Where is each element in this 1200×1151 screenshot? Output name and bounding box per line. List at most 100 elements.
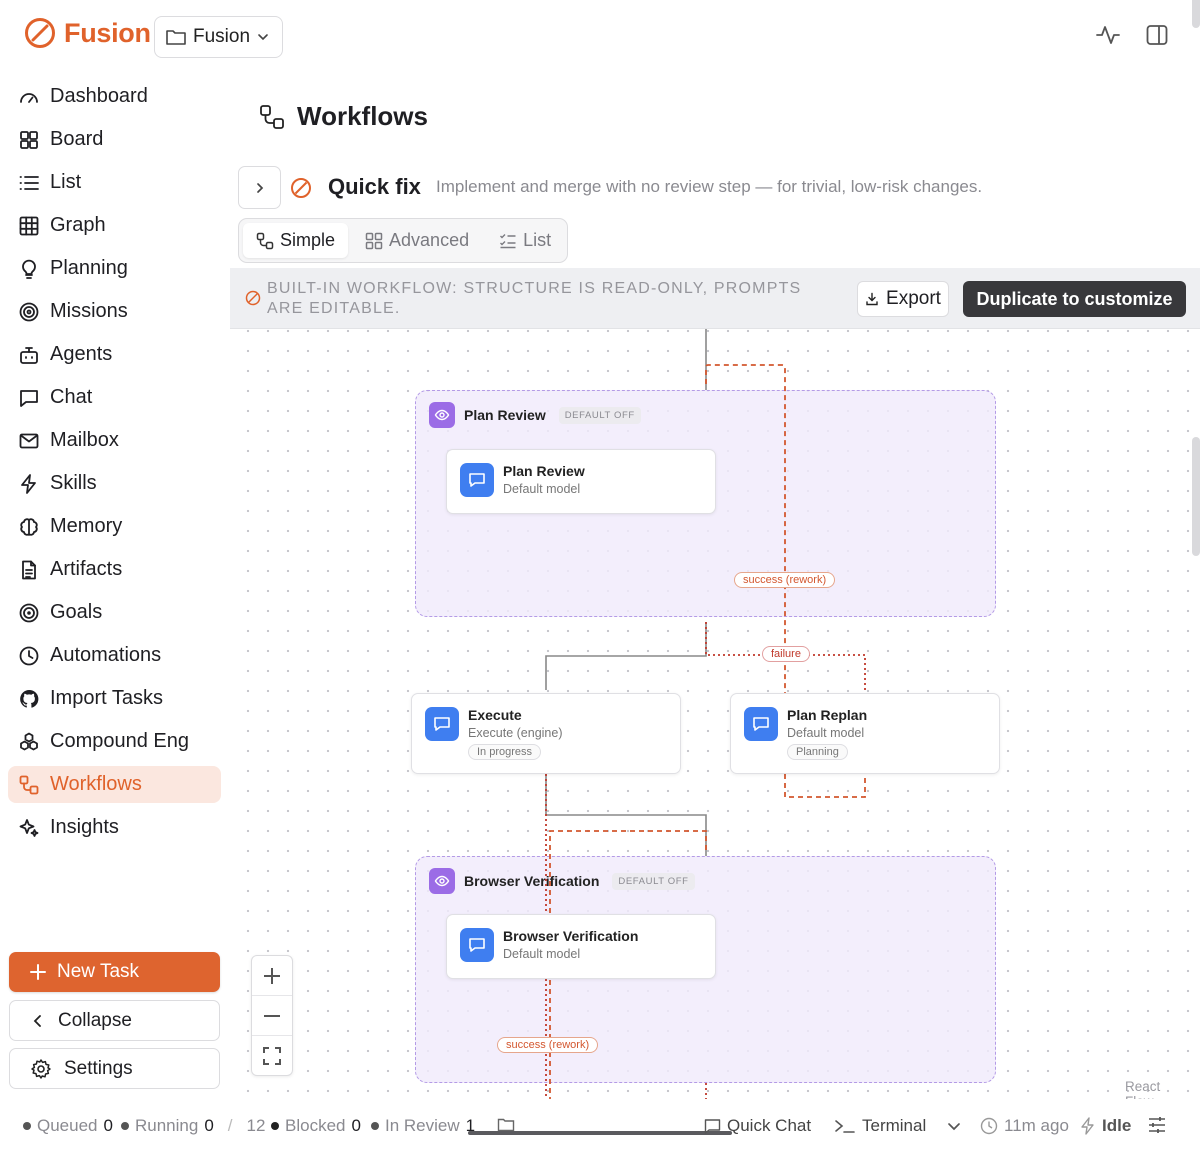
- read-only-banner: BUILT-IN WORKFLOW: STRUCTURE IS READ-ONL…: [230, 268, 1200, 329]
- new-task-button[interactable]: New Task: [9, 952, 220, 992]
- collapse-button[interactable]: Collapse: [9, 1000, 220, 1041]
- tab-simple-label: Simple: [280, 230, 336, 250]
- page-title-text: Workflows: [297, 101, 428, 131]
- node-title: Plan Review: [503, 463, 585, 479]
- scrollbar-thumb[interactable]: [1192, 437, 1200, 556]
- sidebar-item-automations[interactable]: Automations: [8, 637, 221, 674]
- goal-icon: [18, 602, 40, 624]
- sliders-icon[interactable]: [1147, 1115, 1167, 1135]
- node-execute[interactable]: Execute Execute (engine) In progress: [411, 693, 681, 774]
- export-button[interactable]: Export: [857, 281, 949, 317]
- sidebar-item-label: Memory: [50, 515, 123, 537]
- horizontal-scrollbar[interactable]: [468, 1131, 732, 1135]
- terminal-icon: [834, 1118, 856, 1135]
- banner-text: BUILT-IN WORKFLOW: STRUCTURE IS READ-ONL…: [267, 280, 802, 317]
- duplicate-to-customize-button[interactable]: Duplicate to customize: [963, 281, 1186, 317]
- node-plan-replan[interactable]: Plan Replan Default model Planning: [730, 693, 1000, 774]
- chevron-down-icon: [256, 30, 270, 44]
- board-icon: [18, 129, 40, 151]
- sidebar-item-label: List: [50, 171, 82, 193]
- sidebar-item-agents[interactable]: Agents: [8, 336, 221, 373]
- file-icon: [18, 559, 40, 581]
- node-plan-review[interactable]: Plan Review Default model: [446, 449, 716, 514]
- collapse-label: Collapse: [58, 1009, 132, 1031]
- sidebar-item-planning[interactable]: Planning: [8, 250, 221, 287]
- view-mode-tabs: Simple Advanced List: [238, 218, 568, 263]
- sidebar-item-label: Chat: [50, 386, 93, 408]
- checklist-icon: [499, 232, 517, 250]
- queued-label: Queued: [37, 1116, 98, 1135]
- gear-icon: [30, 1058, 52, 1080]
- zoom-out-button[interactable]: [252, 996, 292, 1036]
- chat-icon: [18, 387, 40, 409]
- project-selector[interactable]: Fusion: [154, 16, 283, 58]
- sidebar-item-insights[interactable]: Insights: [8, 809, 221, 846]
- sidebar-item-workflows[interactable]: Workflows: [8, 766, 221, 803]
- fit-view-icon: [262, 1046, 282, 1066]
- chevron-down-icon[interactable]: [946, 1118, 962, 1134]
- sidebar-item-dashboard[interactable]: Dashboard: [8, 78, 221, 115]
- expand-workflow-list-button[interactable]: [238, 166, 281, 209]
- sidebar-item-list[interactable]: List: [8, 164, 221, 201]
- workflow-ban-icon: [290, 177, 312, 199]
- sidebar-item-artifacts[interactable]: Artifacts: [8, 551, 221, 588]
- sidebar-item-goals[interactable]: Goals: [8, 594, 221, 631]
- terminal-button[interactable]: Terminal: [834, 1116, 926, 1136]
- node-model: Default model: [503, 482, 581, 496]
- mail-icon: [18, 430, 40, 452]
- clock-icon: [980, 1117, 998, 1135]
- terminal-label: Terminal: [862, 1116, 927, 1135]
- blocked-label: Blocked: [285, 1116, 346, 1135]
- sidebar-item-label: Board: [50, 128, 104, 150]
- sidebar-item-missions[interactable]: Missions: [8, 293, 221, 330]
- sidebar-item-skills[interactable]: Skills: [8, 465, 221, 502]
- sidebar-item-label: Missions: [50, 300, 128, 322]
- sidebar-item-board[interactable]: Board: [8, 121, 221, 158]
- blocked-value: 0: [351, 1116, 361, 1135]
- new-task-label: New Task: [57, 961, 140, 982]
- message-square-icon: [460, 928, 494, 962]
- sidebar-item-label: Artifacts: [50, 558, 123, 580]
- sidebar-item-mailbox[interactable]: Mailbox: [8, 422, 221, 459]
- zoom-in-button[interactable]: [252, 956, 292, 996]
- sidebar-item-graph[interactable]: Graph: [8, 207, 221, 244]
- queued-value: 0: [103, 1116, 113, 1135]
- sidebar-item-label: Automations: [50, 644, 162, 666]
- workflow-canvas[interactable]: Plan Review DEFAULT OFF Browser Verifica…: [230, 329, 1192, 1099]
- project-name: Fusion: [193, 26, 251, 47]
- target-icon: [18, 301, 40, 323]
- count-separator: /: [227, 1116, 233, 1135]
- fit-view-button[interactable]: [252, 1036, 292, 1076]
- ban-icon: [245, 290, 261, 306]
- react-flow-attribution[interactable]: React Flow: [1125, 1079, 1192, 1099]
- tab-simple[interactable]: Simple: [243, 223, 349, 258]
- settings-button[interactable]: Settings: [9, 1048, 220, 1089]
- tab-advanced[interactable]: Advanced: [352, 223, 482, 258]
- workflow-icon: [18, 774, 40, 796]
- quick-chat-label: Quick Chat: [727, 1116, 812, 1135]
- download-icon: [865, 292, 879, 306]
- running-count: Running 0 / 12: [121, 1116, 265, 1136]
- app-logo[interactable]: Fusion: [24, 17, 151, 49]
- running-value: 0: [204, 1116, 214, 1135]
- panel-toggle-icon[interactable]: [1145, 23, 1169, 47]
- node-browser-verification[interactable]: Browser Verification Default model: [446, 914, 716, 979]
- bot-icon: [18, 344, 40, 366]
- activity-icon[interactable]: [1095, 22, 1121, 48]
- node-model: Default model: [503, 947, 581, 961]
- sidebar-item-memory[interactable]: Memory: [8, 508, 221, 545]
- engine-state[interactable]: Idle: [1080, 1116, 1131, 1136]
- tab-list[interactable]: List: [486, 223, 564, 258]
- minus-icon: [262, 1006, 282, 1026]
- folder-icon: [165, 27, 187, 47]
- blocked-dot: [271, 1122, 279, 1130]
- sidebar-item-chat[interactable]: Chat: [8, 379, 221, 416]
- edge-label-success-rework: success (rework): [734, 572, 836, 588]
- sidebar-item-import-tasks[interactable]: Import Tasks: [8, 680, 221, 717]
- sidebar-item-compound-eng[interactable]: Compound Eng: [8, 723, 221, 760]
- node-title: Plan Replan: [787, 707, 868, 723]
- tab-advanced-label: Advanced: [389, 230, 470, 250]
- quick-chat-button[interactable]: Quick Chat: [704, 1116, 811, 1136]
- last-update: 11m ago: [980, 1116, 1069, 1136]
- sidebar-item-label: Goals: [50, 601, 103, 623]
